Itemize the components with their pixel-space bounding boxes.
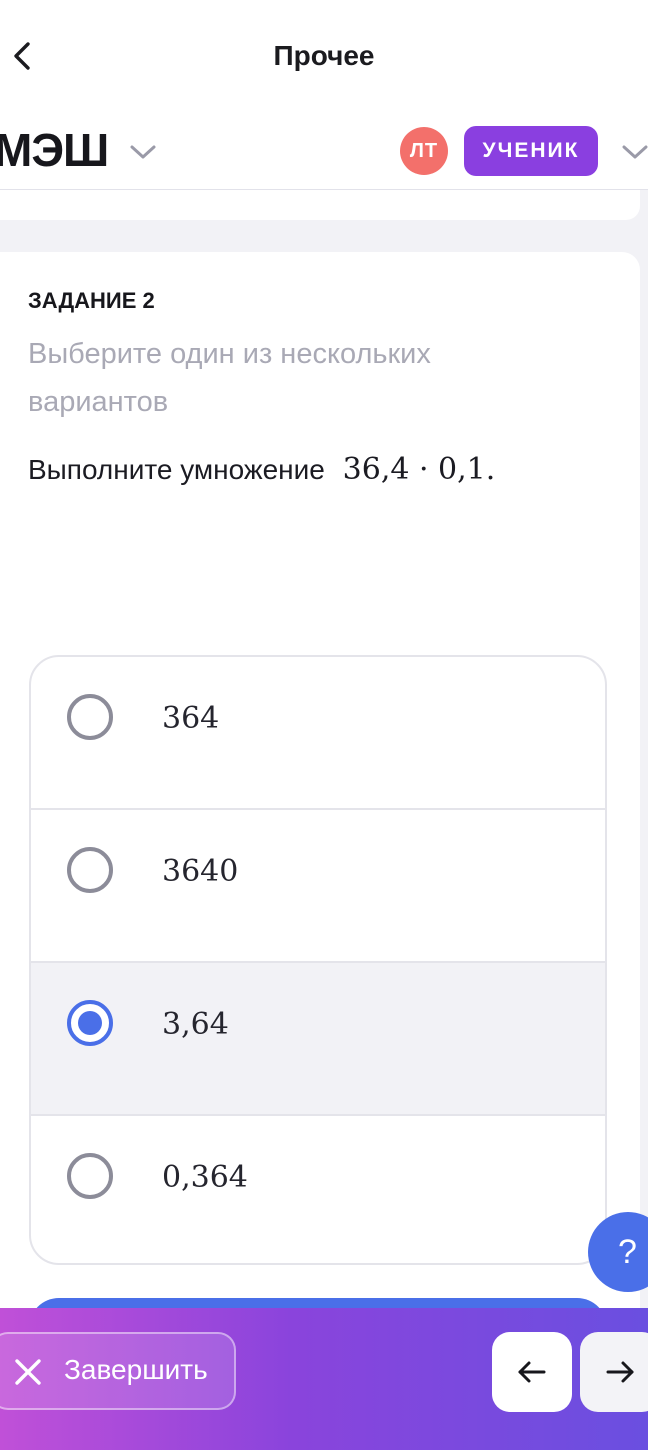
next-task-button[interactable] (580, 1332, 648, 1412)
profile-menu-chevron[interactable] (620, 140, 648, 164)
option-label: 3640 (162, 854, 239, 889)
answer-option[interactable]: 364 (31, 657, 605, 810)
answer-option[interactable]: 0,364 (31, 1116, 605, 1263)
previous-task-button[interactable] (492, 1332, 572, 1412)
question-math: 36,4 · 0,1. (342, 452, 496, 487)
answer-option-selected[interactable]: 3,64 (31, 963, 605, 1116)
arrow-left-icon (518, 1361, 546, 1383)
option-label: 0,364 (162, 1160, 248, 1195)
radio-button[interactable] (67, 847, 113, 893)
radio-button[interactable] (67, 694, 113, 740)
task-hint: Выберите один из нескольких вариантов (28, 338, 431, 418)
task-question: Выполните умножение 36,4 · 0,1. (28, 452, 495, 487)
question-mark-icon: ? (618, 1232, 637, 1271)
answer-options: 364 3640 3,64 0,364 (29, 655, 607, 1265)
app-logo[interactable]: МЭШ (0, 122, 109, 178)
page-title: Прочее (273, 40, 375, 71)
app-switcher-chevron[interactable] (128, 140, 158, 164)
task-number: ЗАДАНИЕ 2 (28, 288, 155, 313)
chevron-down-icon (130, 145, 156, 159)
top-bar: Прочее МЭШ ЛТ УЧЕНИК (0, 0, 648, 190)
radio-button[interactable] (67, 1153, 113, 1199)
option-label: 364 (162, 701, 220, 736)
radio-button-checked[interactable] (67, 1000, 113, 1046)
previous-card-edge (0, 190, 640, 220)
question-text: Выполните умножение (28, 454, 325, 485)
avatar[interactable]: ЛТ (400, 127, 448, 175)
chevron-down-icon (622, 145, 648, 159)
bottom-bar: Завершить (0, 1308, 648, 1450)
finish-button[interactable]: Завершить (0, 1332, 236, 1410)
finish-label: Завершить (64, 1354, 208, 1385)
role-badge[interactable]: УЧЕНИК (464, 126, 598, 176)
close-icon (15, 1359, 41, 1385)
arrow-right-icon (606, 1361, 634, 1383)
answer-option[interactable]: 3640 (31, 810, 605, 963)
option-label: 3,64 (162, 1007, 229, 1042)
